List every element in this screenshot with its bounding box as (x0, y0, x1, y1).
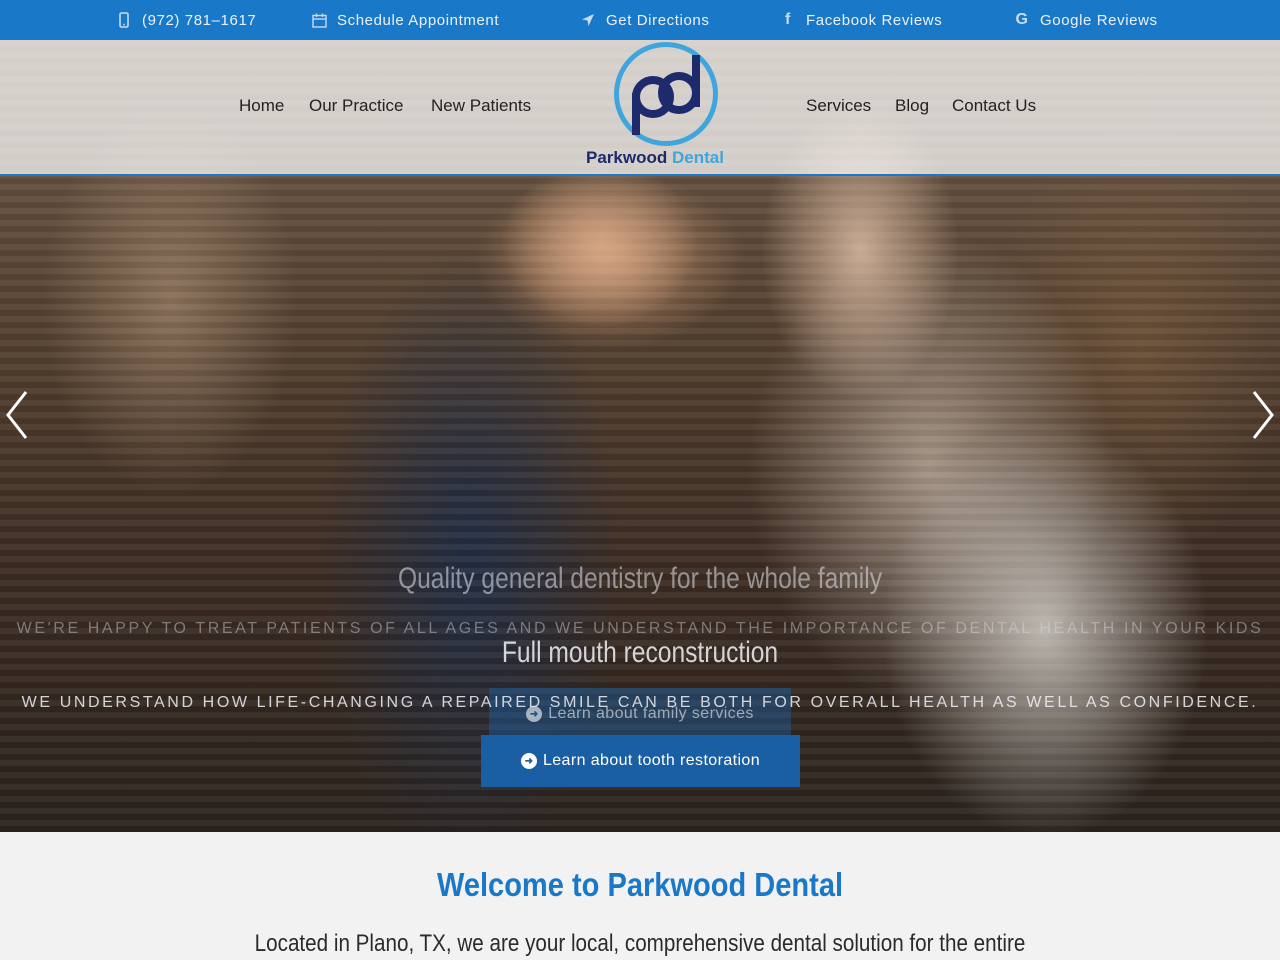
schedule-appointment-label: Schedule Appointment (337, 11, 500, 29)
get-directions-label: Get Directions (606, 11, 710, 29)
logo-word-parkwood: Parkwood (586, 148, 668, 167)
welcome-intro-text: Located in Plano, TX, we are your local,… (254, 930, 1026, 957)
phone-number: (972) 781–1617 (142, 11, 257, 29)
learn-tooth-restoration-button[interactable]: ➜ Learn about tooth restoration (481, 735, 800, 787)
slider-next-arrow[interactable] (1250, 388, 1276, 442)
welcome-heading: Welcome to Parkwood Dental (436, 866, 844, 903)
location-arrow-icon (578, 12, 598, 28)
top-contact-bar: (972) 781–1617 Schedule Appointment Get … (0, 0, 1280, 40)
nav-blog[interactable]: Blog (895, 96, 929, 116)
schedule-appointment-link[interactable]: Schedule Appointment (309, 0, 499, 40)
mobile-phone-icon (114, 12, 134, 28)
nav-our-practice[interactable]: Our Practice (309, 96, 403, 116)
google-reviews-label: Google Reviews (1040, 11, 1158, 29)
slide-2-heading: Full mouth reconstruction (501, 636, 779, 669)
logo-wordmark: Parkwood Dental (586, 148, 724, 168)
phone-link[interactable]: (972) 781–1617 (114, 0, 256, 40)
parkwood-dental-logo[interactable]: Parkwood Dental (584, 42, 760, 172)
slide-1-heading: Quality general dentistry for the whole … (397, 562, 883, 595)
slider-prev-arrow[interactable] (4, 388, 30, 442)
nav-home[interactable]: Home (239, 96, 284, 116)
facebook-icon: f (785, 11, 791, 28)
chevron-right-icon (1252, 391, 1274, 439)
chevron-left-icon (6, 391, 28, 439)
nav-services[interactable]: Services (806, 96, 871, 116)
pd-monogram-icon (632, 55, 700, 135)
nav-contact-us[interactable]: Contact Us (952, 96, 1036, 116)
hero-photo-highlight (500, 160, 700, 330)
learn-tooth-restoration-label: Learn about tooth restoration (542, 752, 761, 769)
nav-new-patients[interactable]: New Patients (431, 96, 531, 116)
circle-arrow-right-icon: ➜ (520, 753, 537, 769)
logo-word-dental: Dental (671, 148, 724, 167)
facebook-reviews-label: Facebook Reviews (806, 11, 943, 29)
get-directions-link[interactable]: Get Directions (578, 0, 709, 40)
calendar-icon (309, 12, 329, 28)
slide-2-text: We understand how life-changing a repair… (21, 694, 1259, 711)
logo-ring (614, 42, 718, 146)
google-reviews-link[interactable]: G Google Reviews (1012, 0, 1158, 40)
google-icon: G (1015, 11, 1029, 28)
facebook-reviews-link[interactable]: f Facebook Reviews (778, 0, 942, 40)
